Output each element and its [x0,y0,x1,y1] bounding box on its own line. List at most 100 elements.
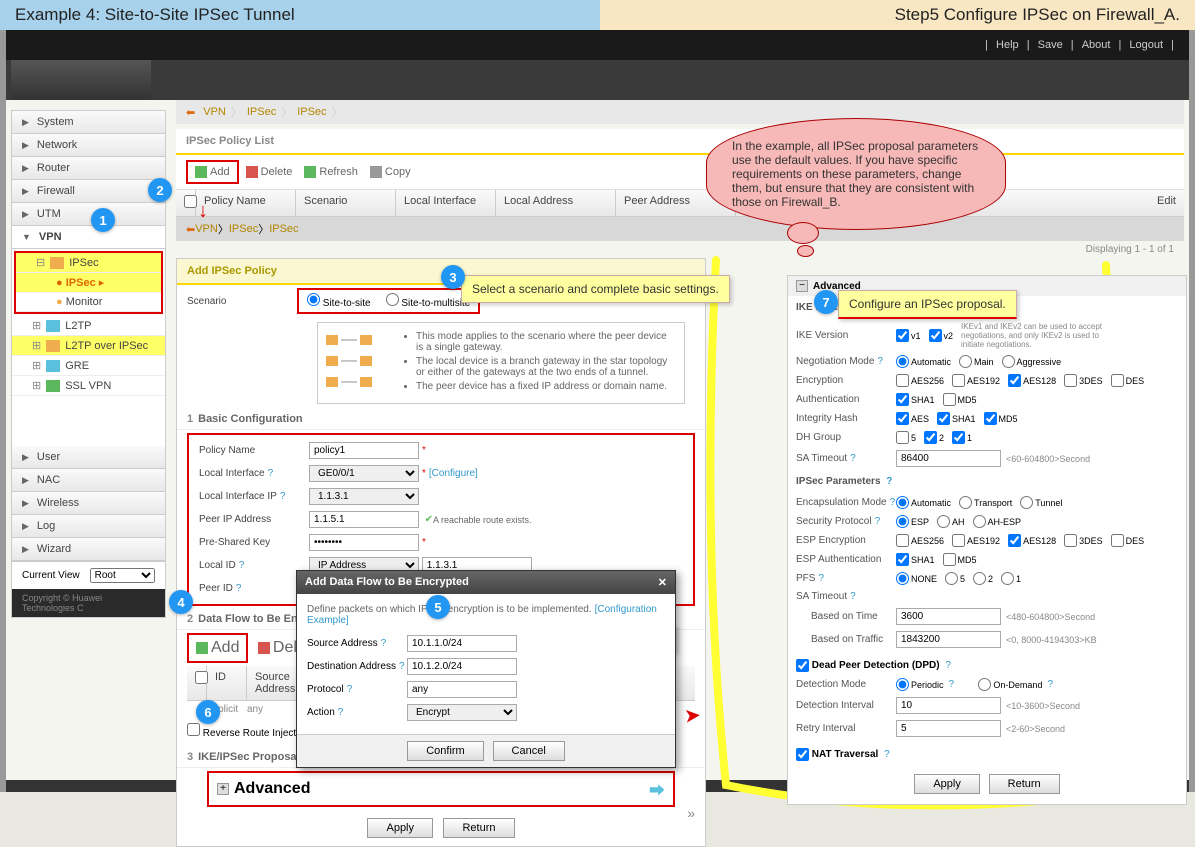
help-icon[interactable]: ? [850,591,856,602]
adv-apply-button[interactable]: Apply [914,774,980,794]
sidebar-item-log[interactable]: ▶Log [12,515,165,538]
sidebar-item-vpn[interactable]: ▼VPN [12,226,165,249]
sa-traffic-input[interactable] [896,631,1001,648]
dlg-src-input[interactable] [407,635,517,652]
retry-interval-input[interactable] [896,720,1001,737]
dpd-ondemand[interactable]: On-Demand? [978,678,1053,691]
encap-tunnel[interactable]: Tunnel [1020,496,1062,509]
help-icon[interactable]: ? [381,638,387,649]
dlg-action-select[interactable]: Encrypt [407,704,517,721]
help-icon[interactable]: ? [890,497,896,508]
enc-des[interactable]: DES [1111,374,1145,387]
return-button[interactable]: Return [443,818,514,838]
espenc-aes192[interactable]: AES192 [952,534,1000,547]
ikev2-checkbox[interactable]: v2 [929,329,954,342]
espenc-aes256[interactable]: AES256 [896,534,944,547]
pfs-none[interactable]: NONE [896,572,937,585]
sidebar-sub-sslvpn[interactable]: ⊞SSL VPN [12,376,165,396]
neg-aggr-radio[interactable]: Aggressive [1002,355,1062,368]
sidebar-sub-monitor[interactable]: ● Monitor [16,293,161,312]
help-icon[interactable]: ? [875,516,881,527]
expand-icon[interactable]: + [217,783,229,795]
help-icon[interactable]: ? [945,660,951,671]
encap-transport[interactable]: Transport [959,496,1012,509]
neg-main-radio[interactable]: Main [959,355,994,368]
dh-5[interactable]: 5 [896,431,916,444]
copy-button[interactable]: Copy [365,164,416,180]
espauth-sha1[interactable]: SHA1 [896,553,935,566]
enc-aes192[interactable]: AES192 [952,374,1000,387]
help-icon[interactable]: ? [1047,679,1053,690]
apply-button[interactable]: Apply [367,818,433,838]
help-icon[interactable]: ? [877,356,883,367]
local-interface-select[interactable]: GE0/0/1 [309,465,419,482]
configure-link[interactable]: [Configure] [429,468,478,479]
espenc-des[interactable]: DES [1111,534,1145,547]
logout-link[interactable]: Logout [1129,39,1163,51]
pfs-1[interactable]: 1 [1001,572,1021,585]
auth-sha1[interactable]: SHA1 [896,393,935,406]
help-link[interactable]: Help [996,39,1019,51]
help-icon[interactable]: ? [850,453,856,464]
bc-vpn[interactable]: VPN [203,106,226,118]
home-icon[interactable]: ⬅ [186,106,195,119]
delete-button[interactable]: Delete [241,164,298,180]
ih-sha1[interactable]: SHA1 [937,412,976,425]
sidebar-sub-ipsec-inner[interactable]: ● IPSec ▸ [16,273,161,293]
help-icon[interactable]: ? [280,491,286,502]
refresh-button[interactable]: Refresh [299,164,363,180]
sp-esp[interactable]: ESP [896,515,929,528]
espenc-aes128[interactable]: AES128 [1008,534,1056,547]
nat-traversal-checkbox[interactable] [796,748,809,761]
help-icon[interactable]: ? [236,583,242,594]
current-view-select[interactable]: Root [90,568,155,583]
enc-aes256[interactable]: AES256 [896,374,944,387]
home-icon-2[interactable]: ⬅ [186,223,195,236]
confirm-button[interactable]: Confirm [407,741,484,761]
add-button[interactable]: Add [190,164,235,180]
df-add-button[interactable]: Add [191,637,244,659]
bc-ipsec2[interactable]: IPSec [297,106,326,118]
sidebar-item-network[interactable]: ▶Network [12,134,165,157]
psk-input[interactable] [309,534,419,551]
sidebar-sub-ipsec[interactable]: ⊟IPSec [16,253,161,273]
encap-auto[interactable]: Automatic [896,496,951,509]
reverse-route-checkbox[interactable] [187,723,200,736]
help-icon[interactable]: ? [347,684,353,695]
peer-ip-input[interactable] [309,511,419,528]
help-icon[interactable]: ? [338,707,344,718]
advanced-toggle[interactable]: Advanced [234,780,310,798]
auth-md5[interactable]: MD5 [943,393,977,406]
sidebar-item-firewall[interactable]: ▶Firewall [12,180,165,203]
ih-aes[interactable]: AES [896,412,929,425]
detection-interval-input[interactable] [896,697,1001,714]
sidebar-sub-l2tp-over-ipsec[interactable]: ⊞L2TP over IPSec [12,336,165,356]
help-icon[interactable]: ? [949,679,955,690]
dh-1[interactable]: 1 [952,431,972,444]
sidebar-item-nac[interactable]: ▶NAC [12,469,165,492]
local-ip-select[interactable]: 1.1.3.1 [309,488,419,505]
espenc-3des[interactable]: 3DES [1064,534,1103,547]
help-icon[interactable]: ? [818,573,824,584]
pfs-2[interactable]: 2 [973,572,993,585]
sidebar-item-router[interactable]: ▶Router [12,157,165,180]
enc-aes128[interactable]: AES128 [1008,374,1056,387]
sidebar-item-wireless[interactable]: ▶Wireless [12,492,165,515]
help-icon[interactable]: ? [886,476,892,487]
sidebar-item-utm[interactable]: ▶UTM [12,203,165,226]
enc-3des[interactable]: 3DES [1064,374,1103,387]
help-icon[interactable]: ? [399,661,405,672]
sidebar-item-system[interactable]: ▶System [12,111,165,134]
sidebar-sub-gre[interactable]: ⊞GRE [12,356,165,376]
ikev1-checkbox[interactable]: v1 [896,329,921,342]
expand-arrow-icon[interactable]: ⮕ [649,777,665,801]
ih-md5[interactable]: MD5 [984,412,1018,425]
bc-ipsec[interactable]: IPSec [247,106,276,118]
site-to-site-radio[interactable]: Site-to-site [307,293,371,309]
cancel-button[interactable]: Cancel [493,741,565,761]
sa-timeout-input[interactable] [896,450,1001,467]
dlg-dst-input[interactable] [407,658,517,675]
sidebar-item-wizard[interactable]: ▶Wizard [12,538,165,561]
save-link[interactable]: Save [1038,39,1063,51]
espauth-md5[interactable]: MD5 [943,553,977,566]
